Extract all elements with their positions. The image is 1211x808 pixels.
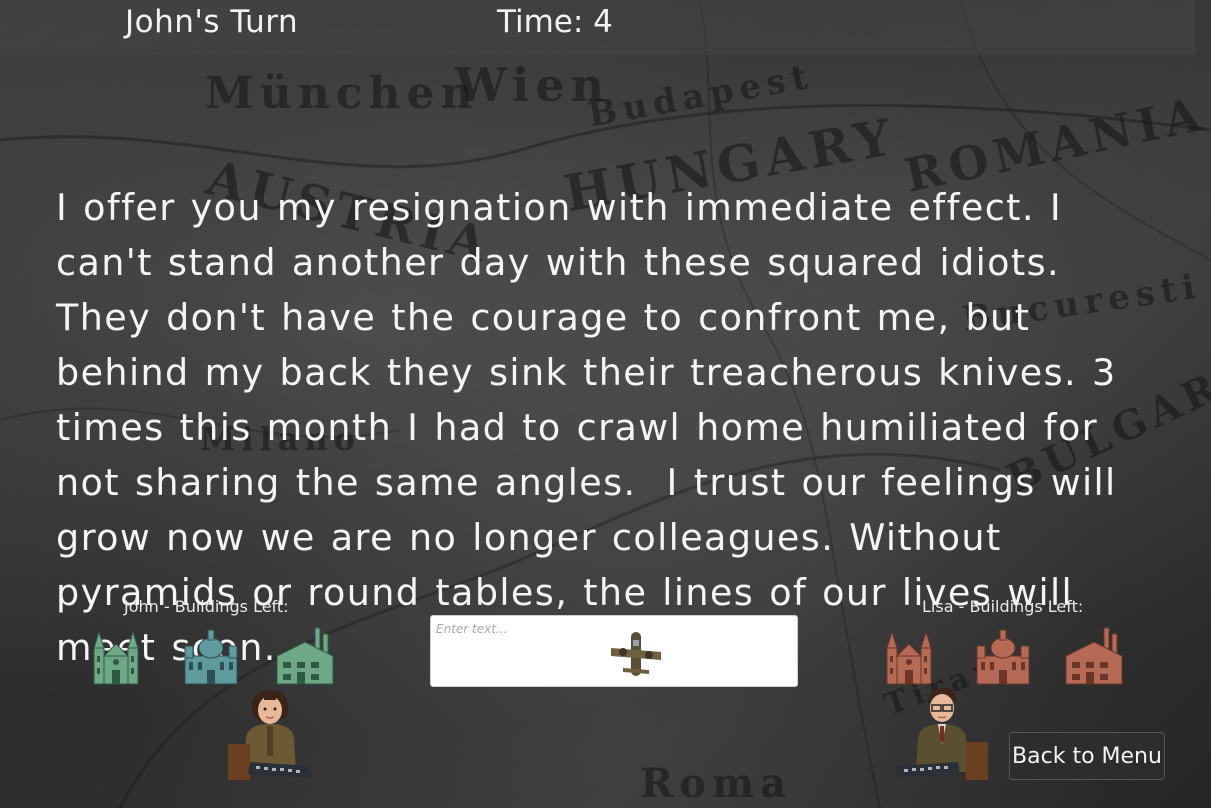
time-counter: Time: 4 (497, 4, 613, 40)
john-buildings-title: John - Buildings Left: (124, 597, 289, 616)
back-to-menu-button[interactable]: Back to Menu (1009, 732, 1165, 780)
female-officer-character (228, 690, 312, 780)
cathedral-icon (93, 630, 139, 685)
lisa-buildings-title: Lisa - Buildings Left: (922, 597, 1084, 616)
plane-icon[interactable] (611, 630, 661, 678)
game-screen: München Wien Budapest AUSTRIA HUNGARY RO… (0, 0, 1211, 808)
cathedral-icon (886, 630, 932, 685)
palace-icon (184, 629, 238, 685)
male-clerk-character (896, 688, 988, 780)
message-input[interactable] (436, 622, 636, 636)
turn-indicator: John's Turn (125, 4, 299, 40)
map-label-munchen: München (205, 68, 479, 119)
palace-icon (976, 629, 1030, 685)
factory-icon (276, 627, 334, 685)
message-input-box[interactable] (430, 615, 798, 687)
factory-icon (1065, 627, 1123, 685)
map-label-roma: Roma (640, 760, 793, 807)
